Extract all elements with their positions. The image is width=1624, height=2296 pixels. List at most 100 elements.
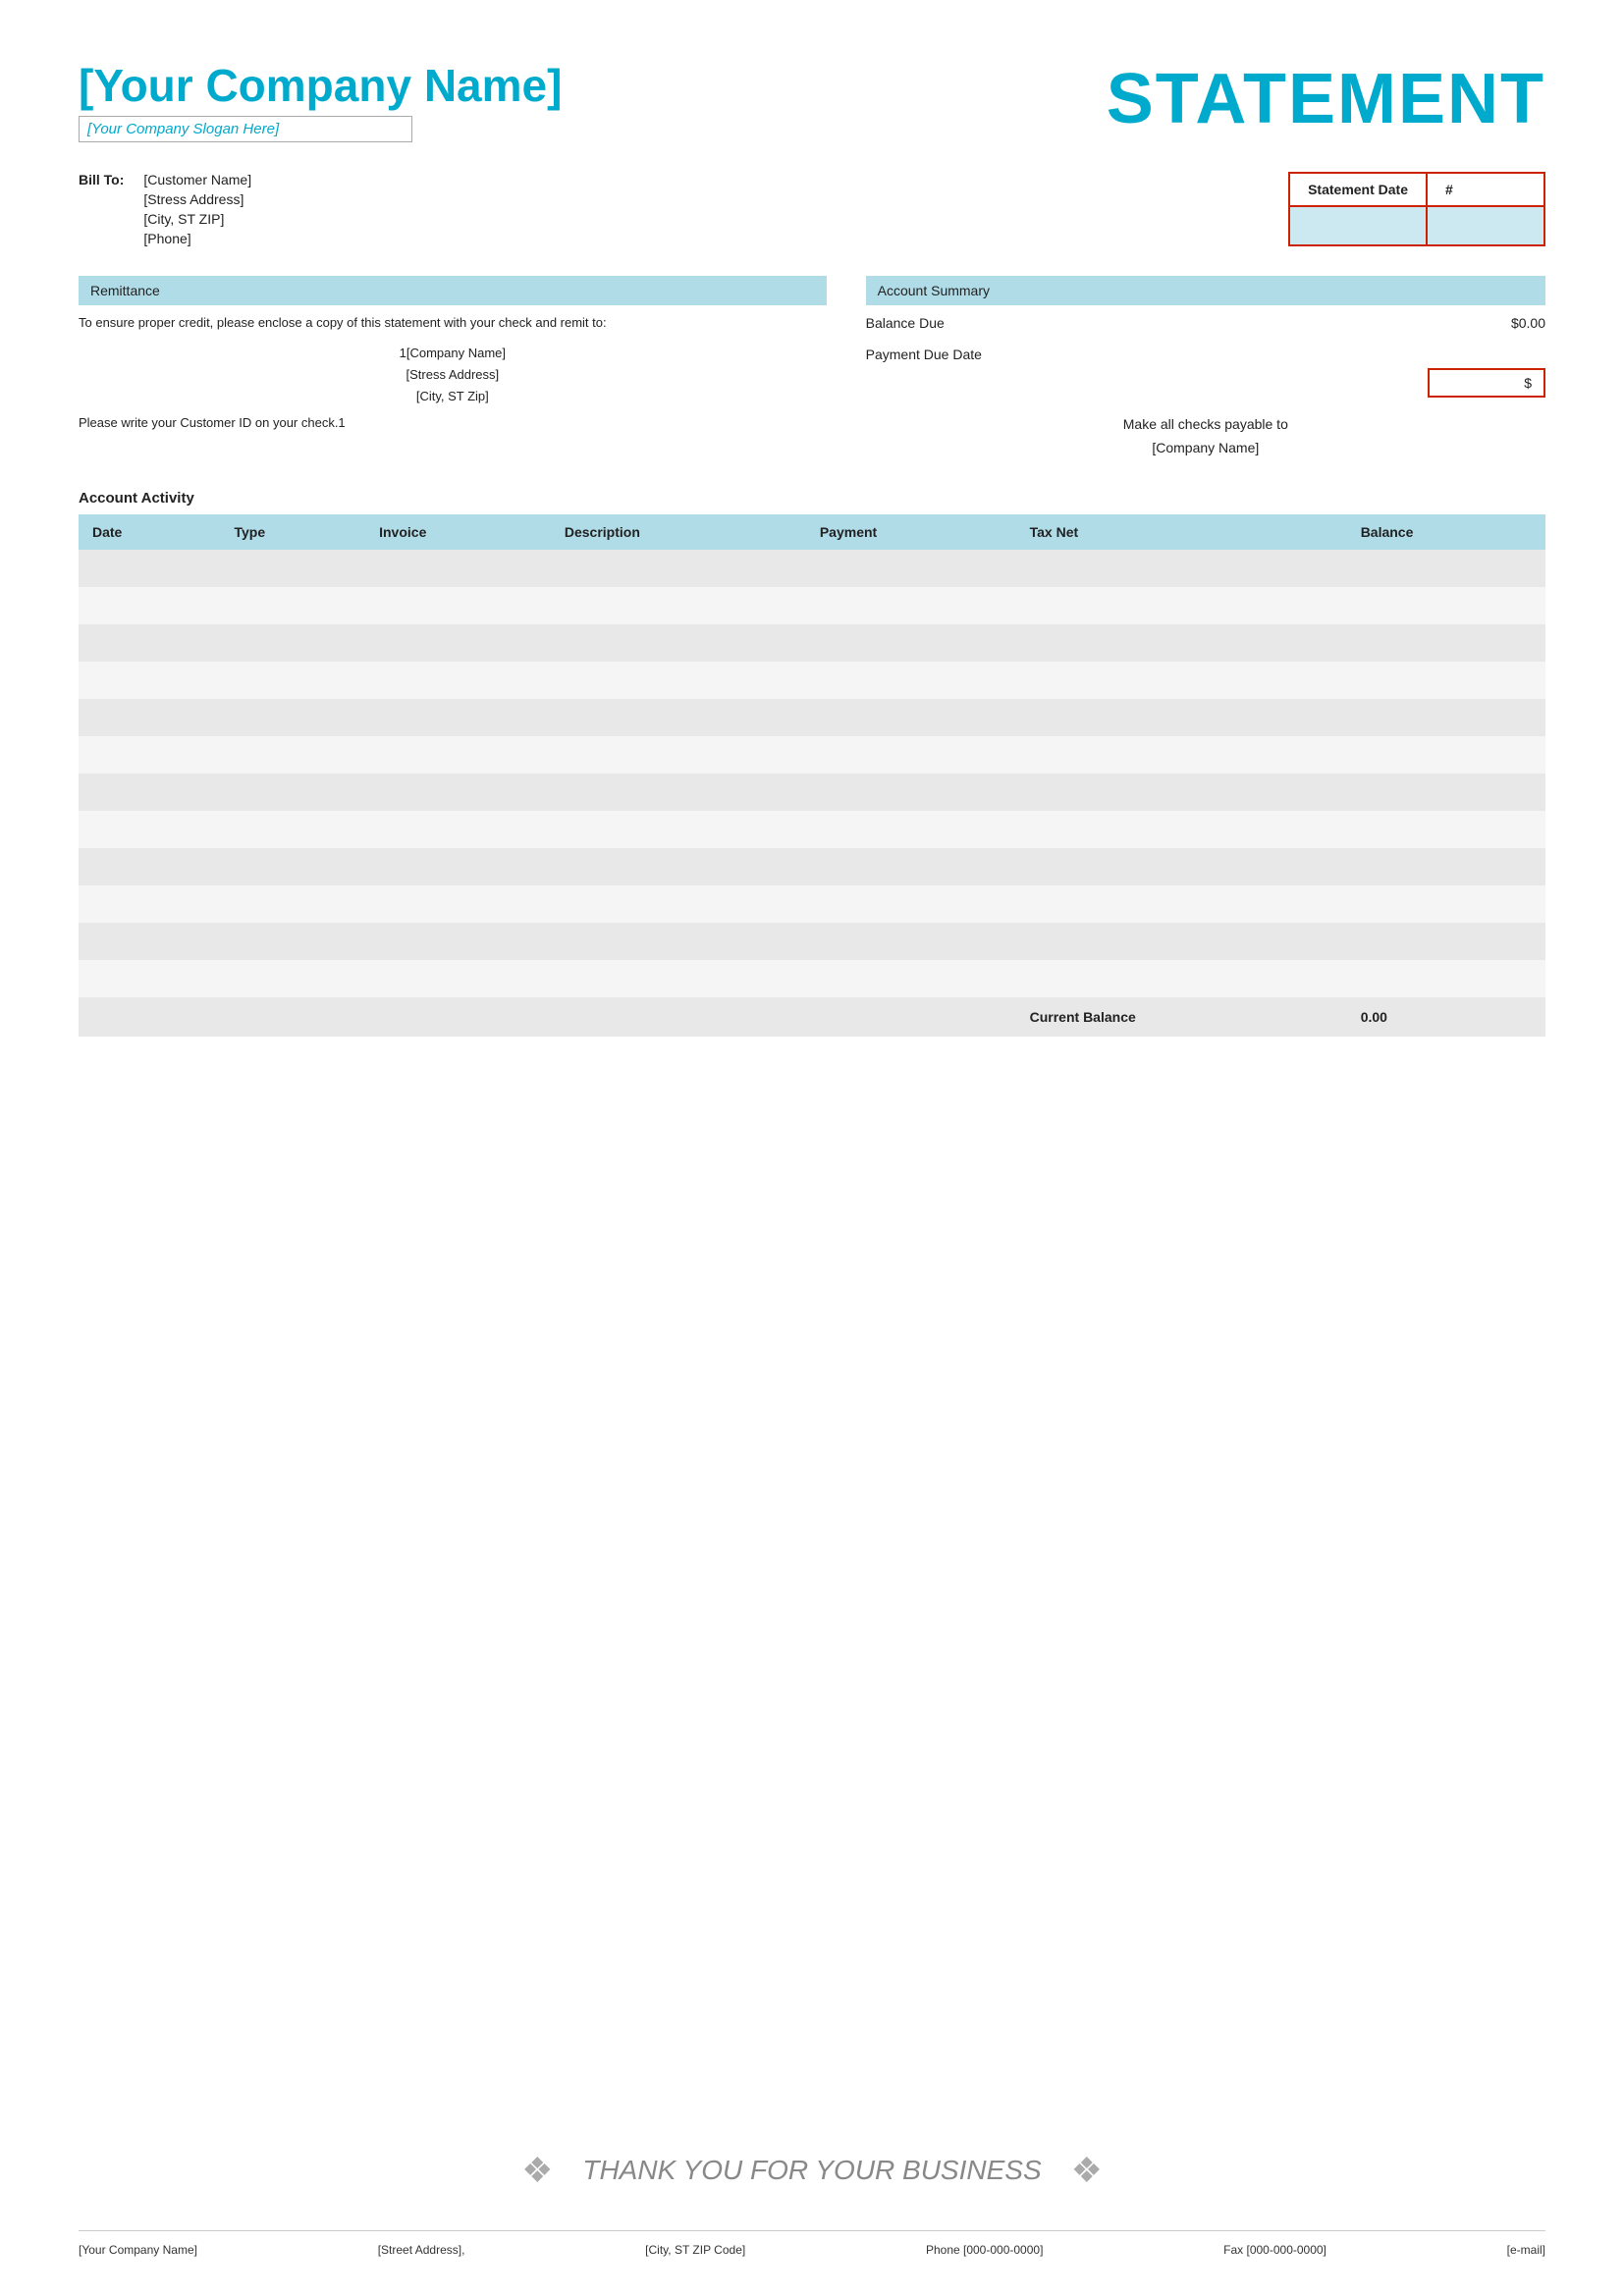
table-cell <box>220 848 365 885</box>
thank-you-text: THANK YOU FOR YOUR BUSINESS <box>582 2155 1041 2186</box>
table-cell <box>220 662 365 699</box>
col-invoice: Invoice <box>365 514 551 550</box>
statement-number-header: # <box>1427 173 1544 206</box>
col-payment: Payment <box>806 514 1016 550</box>
table-cell <box>365 811 551 848</box>
account-activity-section: Account Activity Date Type Invoice Descr… <box>79 490 1545 2081</box>
table-cell <box>1347 923 1545 960</box>
table-cell <box>79 550 220 587</box>
footer-empty <box>79 997 1016 1037</box>
table-cell <box>365 550 551 587</box>
table-cell <box>551 848 806 885</box>
statement-date-section: Statement Date # <box>1288 172 1545 246</box>
table-cell <box>365 960 551 997</box>
balance-due-label: Balance Due <box>866 315 945 331</box>
table-cell <box>551 662 806 699</box>
diamond-right-icon: ❖ <box>1071 2150 1103 2191</box>
table-row <box>79 736 1545 774</box>
table-cell <box>806 923 1016 960</box>
current-balance-value: 0.00 <box>1347 997 1545 1037</box>
make-checks-line1: Make all checks payable to <box>866 413 1545 437</box>
table-cell <box>806 699 1016 736</box>
table-cell <box>1016 923 1347 960</box>
table-cell <box>1016 960 1347 997</box>
payment-amount-box[interactable]: $ <box>1428 368 1545 398</box>
activity-table: Date Type Invoice Description Payment Ta… <box>79 514 1545 1037</box>
table-cell <box>1347 774 1545 811</box>
col-description: Description <box>551 514 806 550</box>
table-cell <box>220 885 365 923</box>
table-cell <box>220 923 365 960</box>
table-cell <box>365 699 551 736</box>
table-cell <box>79 811 220 848</box>
table-cell <box>365 848 551 885</box>
page-footer: [Your Company Name] [Street Address], [C… <box>79 2230 1545 2257</box>
table-cell <box>365 774 551 811</box>
table-cell <box>220 736 365 774</box>
statement-date-value[interactable] <box>1289 206 1427 245</box>
table-cell <box>1347 736 1545 774</box>
table-cell <box>1347 811 1545 848</box>
footer-city: [City, ST ZIP Code] <box>645 2243 745 2257</box>
table-cell <box>806 811 1016 848</box>
company-block: [Your Company Name] [Your Company Slogan… <box>79 59 562 142</box>
table-cell <box>551 736 806 774</box>
table-cell <box>79 848 220 885</box>
table-footer-row: Current Balance 0.00 <box>79 997 1545 1037</box>
table-cell <box>365 736 551 774</box>
make-checks-block: Make all checks payable to [Company Name… <box>866 413 1545 460</box>
table-cell <box>1347 699 1545 736</box>
table-row <box>79 811 1545 848</box>
table-cell <box>220 550 365 587</box>
col-balance: Balance <box>1347 514 1545 550</box>
table-cell <box>806 960 1016 997</box>
table-cell <box>79 736 220 774</box>
statement-title: STATEMENT <box>1107 59 1545 139</box>
table-row <box>79 923 1545 960</box>
statement-number-value[interactable] <box>1427 206 1544 245</box>
table-cell <box>1016 774 1347 811</box>
table-cell <box>551 550 806 587</box>
table-cell <box>1347 848 1545 885</box>
table-row <box>79 587 1545 624</box>
diamond-left-icon: ❖ <box>521 2150 553 2191</box>
footer-street-address: [Street Address], <box>378 2243 465 2257</box>
table-cell <box>806 587 1016 624</box>
bill-to-phone: [Phone] <box>143 231 251 246</box>
table-cell <box>1016 662 1347 699</box>
remittance-address-line2: [Stress Address] <box>79 364 827 386</box>
table-cell <box>1016 587 1347 624</box>
col-taxnet: Tax Net <box>1016 514 1347 550</box>
table-row <box>79 699 1545 736</box>
company-name: [Your Company Name] <box>79 59 562 112</box>
table-cell <box>365 587 551 624</box>
balance-due-value: $0.00 <box>1511 315 1545 331</box>
table-cell <box>551 960 806 997</box>
table-cell <box>806 736 1016 774</box>
table-cell <box>551 923 806 960</box>
account-activity-title: Account Activity <box>79 490 1545 507</box>
table-cell <box>79 699 220 736</box>
footer-phone: Phone [000-000-0000] <box>926 2243 1043 2257</box>
footer-fax: Fax [000-000-0000] <box>1223 2243 1326 2257</box>
table-cell <box>806 774 1016 811</box>
remittance-address: 1[Company Name] [Stress Address] [City, … <box>79 343 827 407</box>
table-cell <box>365 923 551 960</box>
table-cell <box>551 624 806 662</box>
company-slogan: [Your Company Slogan Here] <box>79 116 412 142</box>
remittance-header: Remittance <box>79 276 827 305</box>
col-date: Date <box>79 514 220 550</box>
table-cell <box>806 624 1016 662</box>
table-cell <box>1347 624 1545 662</box>
footer-email: [e-mail] <box>1507 2243 1545 2257</box>
table-cell <box>365 662 551 699</box>
table-cell <box>1347 550 1545 587</box>
table-cell <box>1347 662 1545 699</box>
table-cell <box>806 550 1016 587</box>
table-cell <box>551 774 806 811</box>
table-cell <box>220 774 365 811</box>
table-cell <box>1347 960 1545 997</box>
bill-to-details: [Customer Name] [Stress Address] [City, … <box>143 172 251 246</box>
table-cell <box>1347 587 1545 624</box>
table-cell <box>551 699 806 736</box>
